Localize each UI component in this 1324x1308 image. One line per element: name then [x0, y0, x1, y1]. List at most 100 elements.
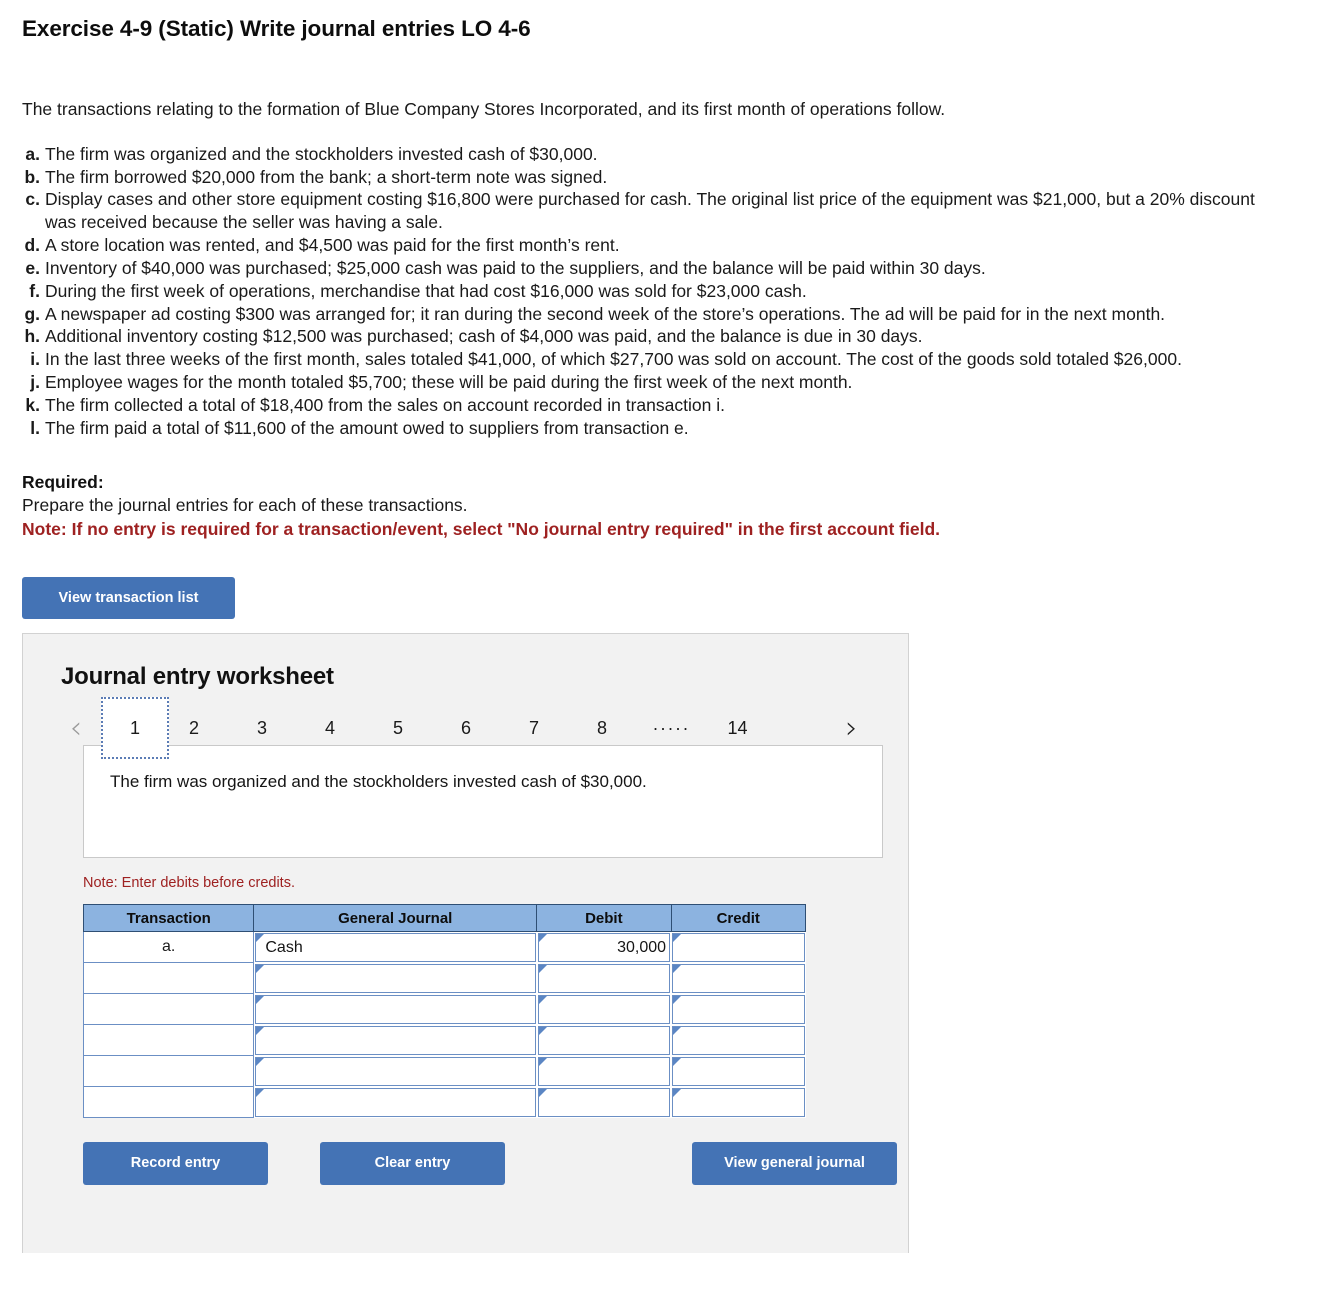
dropdown-marker-icon — [673, 934, 682, 943]
cell-debit-input-wrapper: 30,000 — [536, 931, 672, 963]
journal-entry-table: Transaction General Journal Debit Credit… — [82, 904, 807, 1119]
transaction-item: f. During the first week of operations, m… — [22, 280, 1264, 303]
cell-general-journal-input[interactable] — [255, 1087, 536, 1117]
cell-general-journal-input[interactable] — [255, 1025, 536, 1055]
exercise-page: Exercise 4-9 (Static) Write journal entr… — [0, 0, 1324, 1254]
transaction-description-box: The firm was organized and the stockhold… — [83, 745, 883, 859]
pager-ellipsis: ..... — [653, 714, 691, 735]
view-general-journal-button[interactable]: View general journal — [692, 1142, 897, 1185]
dropdown-marker-icon — [256, 1057, 265, 1066]
cell-credit-input[interactable] — [672, 963, 805, 993]
pager-page-4[interactable]: 4 — [313, 702, 347, 754]
cell-debit-input[interactable] — [537, 994, 671, 1024]
required-label: Required: — [22, 471, 104, 492]
record-entry-button[interactable]: Record entry — [83, 1142, 268, 1185]
column-header-credit: Credit — [670, 904, 807, 933]
transaction-item: k. The firm collected a total of $18,400 … — [22, 394, 1264, 417]
pager-page-6[interactable]: 6 — [449, 702, 483, 754]
table-row — [82, 1024, 806, 1057]
transaction-text: A store location was rented, and $4,500 … — [45, 235, 620, 256]
column-header-general-journal: General Journal — [253, 904, 538, 933]
cell-transaction — [82, 1024, 255, 1057]
cell-debit-input-value: 30,000 — [617, 938, 667, 956]
journal-entry-worksheet-panel: Journal entry worksheet ‹ 1 2 3 4 5 6 7 8..... 14… — [22, 633, 909, 1254]
transaction-text: In the last three weeks of the first mon… — [45, 349, 1182, 370]
pager-page-3[interactable]: 3 — [245, 702, 279, 754]
cell-general-journal-input-wrapper — [253, 1086, 537, 1118]
cell-general-journal-input-value: Cash — [265, 938, 303, 956]
pager-page-2[interactable]: 2 — [177, 702, 211, 754]
transaction-text: The firm was organized and the stockhold… — [45, 143, 598, 164]
cell-credit-input[interactable] — [672, 1087, 805, 1117]
table-row — [82, 993, 806, 1026]
worksheet-title: Journal entry worksheet — [61, 663, 334, 691]
transaction-item: h. Additional inventory costing $12,500 w… — [22, 325, 1264, 348]
transaction-item: c. Display cases and other store equipmen… — [22, 188, 1264, 234]
cell-credit-input-wrapper — [671, 962, 806, 994]
cell-credit-input-wrapper — [671, 1055, 806, 1087]
cell-general-journal-input[interactable] — [255, 963, 536, 993]
required-text: Prepare the journal entries for each of … — [22, 494, 468, 515]
cell-credit-input-wrapper — [671, 1086, 806, 1118]
transaction-letter: i. — [30, 349, 40, 370]
cell-credit-input[interactable] — [672, 933, 805, 963]
dropdown-marker-icon — [538, 1026, 547, 1035]
dropdown-marker-icon — [538, 964, 547, 973]
cell-debit-input[interactable] — [537, 1056, 671, 1086]
cell-transaction — [82, 993, 255, 1026]
table-row — [82, 1055, 806, 1088]
view-transaction-list-button[interactable]: View transaction list — [22, 576, 235, 620]
pager-page-7[interactable]: 7 — [517, 702, 551, 754]
cell-debit-input[interactable] — [537, 1087, 671, 1117]
cell-debit-input-wrapper — [536, 962, 672, 994]
cell-general-journal-input-wrapper — [253, 993, 537, 1025]
cell-general-journal-input-wrapper — [253, 1055, 537, 1087]
pager-page-last[interactable]: 14 — [721, 702, 755, 754]
dropdown-marker-icon — [673, 964, 682, 973]
pager-page-8[interactable]: 8 — [585, 702, 619, 754]
transaction-letter: h. — [24, 326, 40, 347]
dropdown-marker-icon — [673, 1026, 682, 1035]
cell-general-journal-input[interactable]: Cash — [255, 933, 536, 963]
transaction-text: The firm collected a total of $18,400 fr… — [45, 394, 725, 415]
transaction-letter: k. — [25, 394, 40, 415]
transaction-text: The firm paid a total of $11,600 of the … — [45, 417, 689, 438]
transaction-text: During the first week of operations, mer… — [45, 280, 807, 301]
transaction-text: The firm borrowed $20,000 from the bank;… — [45, 166, 608, 187]
transaction-item: l. The firm paid a total of $11,600 of th… — [22, 417, 1264, 440]
cell-debit-input[interactable] — [537, 1025, 671, 1055]
cell-debit-input[interactable]: 30,000 — [537, 933, 671, 963]
cell-credit-input[interactable] — [672, 1025, 805, 1055]
transaction-text: Display cases and other store equipment … — [45, 189, 1255, 233]
required-note: Note: If no entry is required for a tran… — [22, 518, 941, 539]
table-row: a. Cash 30,000 — [82, 931, 806, 964]
cell-credit-input[interactable] — [672, 1056, 805, 1086]
cell-transaction — [82, 1055, 255, 1088]
enter-debits-note: Note: Enter debits before credits. — [83, 875, 295, 892]
transaction-letter: a. — [25, 143, 40, 164]
cell-debit-input[interactable] — [537, 963, 671, 993]
clear-entry-button[interactable]: Clear entry — [320, 1142, 505, 1185]
pager-page-5[interactable]: 5 — [381, 702, 415, 754]
cell-credit-input[interactable] — [672, 994, 805, 1024]
transaction-text: Employee wages for the month totaled $5,… — [45, 372, 853, 393]
dropdown-marker-icon — [538, 934, 547, 943]
dropdown-marker-icon — [673, 1057, 682, 1066]
table-row — [82, 1086, 806, 1119]
pager-previous-icon[interactable]: ‹ — [57, 712, 95, 744]
transaction-letter: c. — [25, 189, 40, 210]
dropdown-marker-icon — [538, 1057, 547, 1066]
cell-general-journal-input-wrapper — [253, 962, 537, 994]
intro-paragraph: The transactions relating to the formati… — [22, 99, 946, 119]
cell-general-journal-input[interactable] — [255, 994, 536, 1024]
transaction-text: A newspaper ad costing $300 was arranged… — [45, 303, 1166, 324]
cell-general-journal-input[interactable] — [255, 1056, 536, 1086]
cell-general-journal-input-wrapper — [253, 1024, 537, 1056]
worksheet-pager: ‹ 1 2 3 4 5 6 7 8..... 14 › — [23, 691, 908, 760]
transaction-letter: b. — [24, 166, 40, 187]
pager-next-icon[interactable]: › — [833, 712, 871, 744]
cell-transaction — [82, 962, 255, 995]
pager-page-1[interactable]: 1 — [101, 697, 169, 760]
dropdown-marker-icon — [673, 1088, 682, 1097]
transaction-letter: d. — [24, 235, 40, 256]
